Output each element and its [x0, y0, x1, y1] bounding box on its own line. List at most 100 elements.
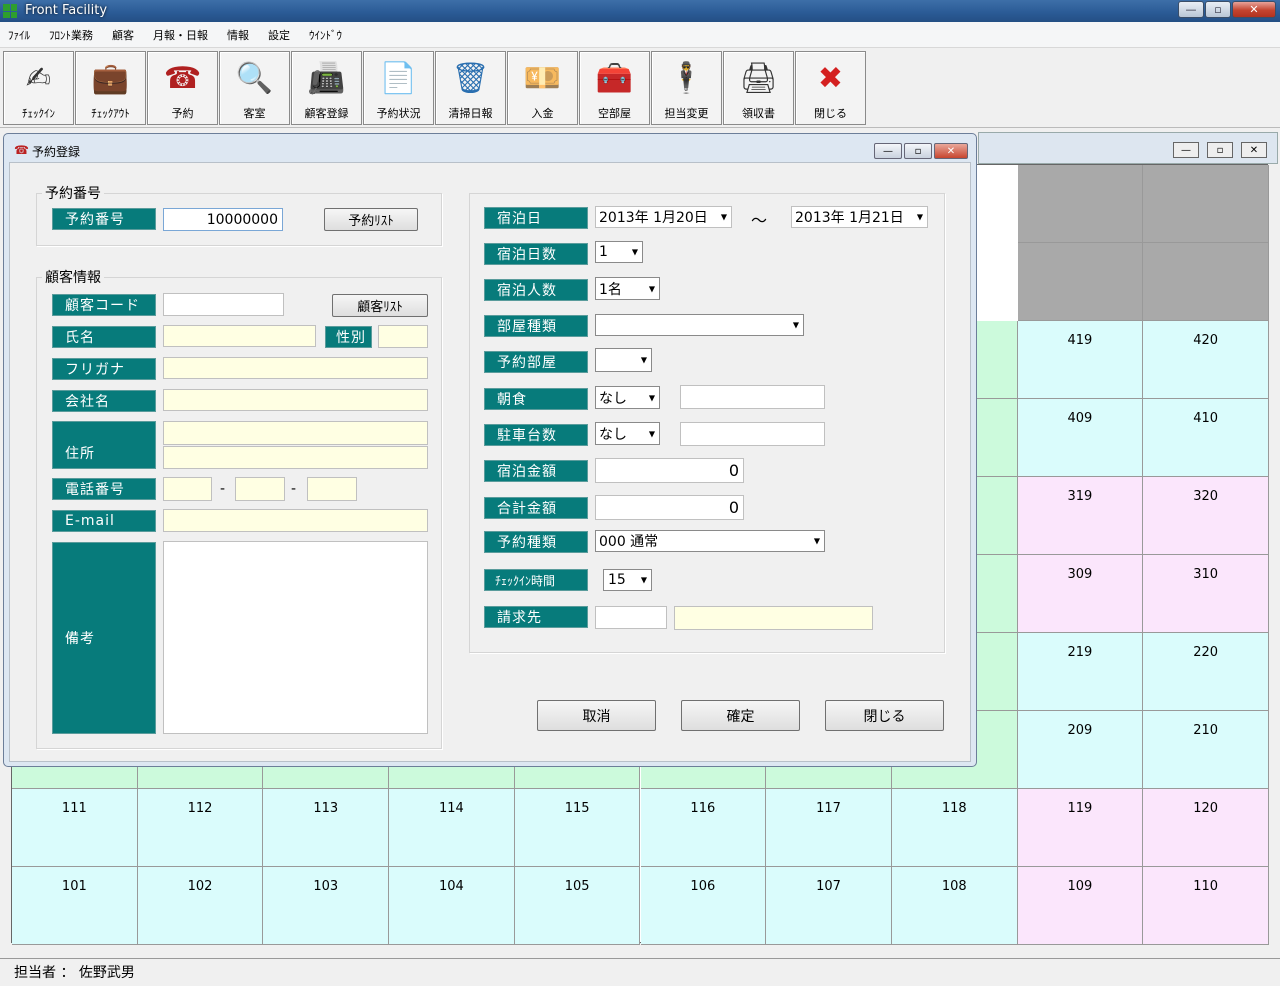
room-cell[interactable]: 107 — [766, 867, 892, 945]
reservation-no-input[interactable]: 10000000 — [163, 208, 283, 231]
room-cell[interactable]: 111 — [12, 789, 138, 867]
menu-customer[interactable]: 顧客 — [112, 27, 134, 43]
treasure-box-icon: 🧰 — [595, 61, 634, 96]
dialog-close-button[interactable]: ✕ — [934, 143, 968, 159]
room-cell[interactable]: 112 — [137, 789, 264, 867]
room-cell[interactable]: 220 — [1143, 633, 1269, 711]
cancel-button[interactable]: 取消 — [537, 700, 656, 731]
toolbar-button-5[interactable]: 📄 予約状況 — [363, 51, 434, 125]
toolbar-button-4[interactable]: 📠 顧客登録 — [291, 51, 362, 125]
bg-maximize-button[interactable]: ▫ — [1207, 142, 1233, 158]
reservation-type-select[interactable]: 000 通常 ▼ — [595, 530, 825, 552]
close-window-button[interactable]: ✕ — [1232, 1, 1276, 18]
room-cell[interactable]: 209 — [1017, 711, 1144, 789]
menu-info[interactable]: 情報 — [227, 27, 249, 43]
room-cell[interactable]: 103 — [263, 867, 390, 945]
dialog-maximize-button[interactable]: ▫ — [904, 143, 932, 159]
room-type-select[interactable]: ▼ — [595, 314, 804, 336]
menu-settings[interactable]: 設定 — [268, 27, 290, 43]
room-cell[interactable]: 309 — [1017, 555, 1144, 633]
phone-part2-input[interactable] — [235, 477, 285, 501]
toolbar-button-7[interactable]: 💴 入金 — [507, 51, 578, 125]
gender-input[interactable] — [378, 325, 428, 348]
toolbar-button-0[interactable]: ✍ ﾁｪｯｸｲﾝ — [3, 51, 74, 125]
customer-code-input[interactable] — [163, 293, 284, 316]
room-cell[interactable]: 109 — [1017, 867, 1144, 945]
dialog-close-action-button[interactable]: 閉じる — [825, 700, 944, 731]
dialog-title-bar: ☎ 予約登録 — ▫ ✕ — [4, 134, 976, 164]
stay-from-date[interactable]: 2013年 1月20日 ▼ — [595, 206, 732, 228]
menu-reports[interactable]: 月報・日報 — [153, 27, 208, 43]
furigana-input[interactable] — [163, 357, 428, 379]
toolbar-button-2[interactable]: ☎ 予約 — [147, 51, 218, 125]
toolbar-button-1[interactable]: 💼 ﾁｪｯｸｱｳﾄ — [75, 51, 146, 125]
customer-list-button[interactable]: 顧客ﾘｽﾄ — [332, 294, 428, 317]
menu-window[interactable]: ｳｲﾝﾄﾞｳ — [309, 27, 342, 43]
company-input[interactable] — [163, 389, 428, 411]
phone-part1-input[interactable] — [163, 477, 212, 501]
checkin-time-select[interactable]: 15 ▼ — [603, 569, 652, 591]
room-cell[interactable]: 219 — [1017, 633, 1144, 711]
menu-file[interactable]: ﾌｧｲﾙ — [8, 27, 30, 43]
name-input[interactable] — [163, 325, 316, 347]
breakfast-select[interactable]: なし ▼ — [595, 386, 660, 409]
room-cell[interactable]: 101 — [12, 867, 138, 945]
stay-to-date[interactable]: 2013年 1月21日 ▼ — [791, 206, 928, 228]
room-cell[interactable]: 116 — [640, 789, 767, 867]
nights-select[interactable]: 1 ▼ — [595, 241, 643, 263]
toolbar-button-8[interactable]: 🧰 空部屋 — [579, 51, 650, 125]
parking-select[interactable]: なし ▼ — [595, 422, 660, 445]
room-cell[interactable]: 119 — [1017, 789, 1144, 867]
bg-minimize-button[interactable]: — — [1173, 142, 1199, 158]
room-cell[interactable]: 105 — [514, 867, 641, 945]
reservation-list-button[interactable]: 予約ﾘｽﾄ — [324, 208, 418, 231]
phone-part3-input[interactable] — [307, 477, 357, 501]
room-cell[interactable]: 104 — [389, 867, 515, 945]
confirm-button[interactable]: 確定 — [681, 700, 800, 731]
room-cell[interactable]: 409 — [1017, 399, 1144, 477]
maximize-button[interactable]: ▫ — [1205, 1, 1231, 18]
bg-close-button[interactable]: ✕ — [1241, 142, 1267, 158]
customer-group-title: 顧客情報 — [42, 267, 104, 287]
email-input[interactable] — [163, 509, 428, 532]
billing-name-input[interactable] — [674, 606, 873, 630]
room-cell[interactable]: 118 — [891, 789, 1018, 867]
room-cell[interactable]: 108 — [891, 867, 1018, 945]
toolbar-button-9[interactable]: 🕴 担当変更 — [651, 51, 722, 125]
toolbar-button-10[interactable]: 🖨 領収書 — [723, 51, 794, 125]
toolbar-button-3[interactable]: 🔍 客室 — [219, 51, 290, 125]
room-cell[interactable]: 420 — [1143, 321, 1269, 399]
room-cell[interactable]: 113 — [263, 789, 390, 867]
room-cell[interactable]: 210 — [1143, 711, 1269, 789]
minimize-button[interactable]: — — [1178, 1, 1204, 18]
total-amount-input[interactable]: 0 — [595, 495, 744, 520]
room-cell[interactable]: 117 — [766, 789, 892, 867]
address-line1-input[interactable] — [163, 421, 428, 445]
menu-front-business[interactable]: ﾌﾛﾝﾄ業務 — [49, 27, 93, 43]
room-cell[interactable]: 110 — [1143, 867, 1269, 945]
billing-code-input[interactable] — [595, 606, 667, 629]
reserved-room-select[interactable]: ▼ — [595, 348, 652, 372]
guests-select[interactable]: 1名 ▼ — [595, 277, 660, 300]
room-cell[interactable]: 410 — [1143, 399, 1269, 477]
address-line2-input[interactable] — [163, 446, 428, 469]
room-cell[interactable]: 310 — [1143, 555, 1269, 633]
room-cell[interactable]: 114 — [389, 789, 515, 867]
room-cell[interactable]: 120 — [1143, 789, 1269, 867]
parking-note-input[interactable] — [680, 422, 825, 446]
room-cell[interactable]: 106 — [640, 867, 767, 945]
room-cell[interactable]: 419 — [1017, 321, 1144, 399]
status-bar: 担当者 ： 佐野武男 — [0, 958, 1280, 986]
room-cell[interactable]: 115 — [514, 789, 641, 867]
search-document-icon: 📄 — [379, 61, 418, 96]
room-cell[interactable]: 319 — [1017, 477, 1144, 555]
dialog-minimize-button[interactable]: — — [874, 143, 902, 159]
stay-amount-input[interactable]: 0 — [595, 458, 744, 483]
room-cell[interactable]: 102 — [137, 867, 264, 945]
breakfast-note-input[interactable] — [680, 385, 825, 409]
toolbar-button-6[interactable]: 🗑 清掃日報 — [435, 51, 506, 125]
notes-textarea[interactable] — [163, 541, 428, 734]
toolbar-button-11[interactable]: ✖ 閉じる — [795, 51, 866, 125]
reservation-dialog: ☎ 予約登録 — ▫ ✕ 予約番号 予約番号 10000000 予約ﾘｽﾄ 顧客… — [3, 133, 977, 767]
room-cell[interactable]: 320 — [1143, 477, 1269, 555]
